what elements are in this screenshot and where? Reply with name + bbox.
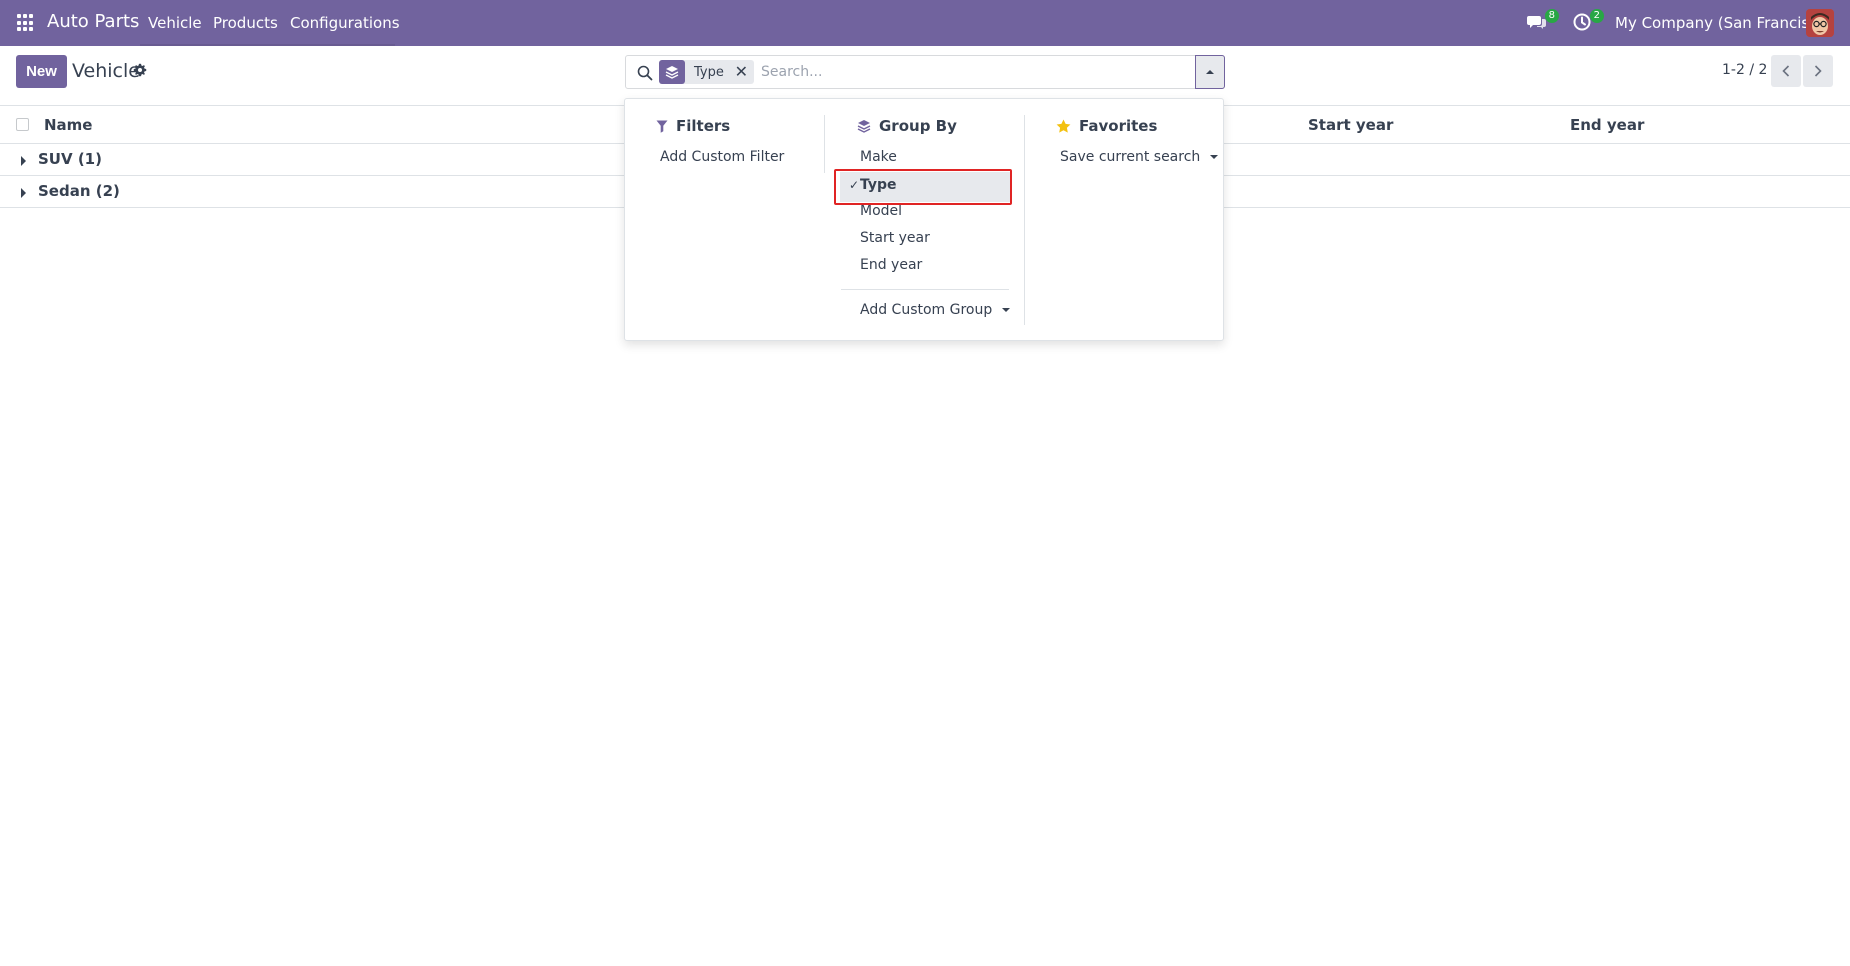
caret-down-icon [1210, 155, 1219, 159]
group-by-make[interactable]: Make [860, 149, 897, 165]
pager-previous-button[interactable] [1771, 55, 1801, 87]
group-by-type[interactable]: ✓ Type [840, 172, 1010, 202]
column-header-name[interactable]: Name [44, 116, 92, 134]
layers-icon [857, 120, 871, 133]
menu-configurations[interactable]: Configurations [290, 14, 400, 32]
star-icon [1056, 119, 1071, 133]
group-by-title: Group By [879, 117, 957, 135]
search-bar: Type ✕ [625, 55, 1225, 89]
app-name[interactable]: Auto Parts [47, 11, 139, 32]
layers-icon [659, 60, 685, 84]
activities-button[interactable]: 2 [1572, 9, 1604, 34]
group-label: SUV (1) [38, 150, 102, 168]
favorites-title: Favorites [1079, 117, 1158, 135]
search-icon [637, 65, 653, 81]
save-current-search-label: Save current search [1060, 149, 1201, 165]
caret-right-icon [21, 188, 26, 198]
group-by-model[interactable]: Model [860, 203, 902, 219]
add-custom-filter[interactable]: Add Custom Filter [660, 149, 784, 165]
save-current-search[interactable]: Save current search [1060, 149, 1219, 165]
chevron-left-icon [1782, 65, 1790, 77]
pager-next-button[interactable] [1803, 55, 1833, 87]
caret-up-icon [1206, 70, 1214, 74]
column-header-end-year[interactable]: End year [1570, 116, 1644, 134]
page-title: Vehicle [72, 60, 140, 82]
gear-icon[interactable] [133, 63, 147, 77]
filter-icon [656, 120, 668, 133]
filters-header: Filters [656, 117, 730, 135]
add-custom-group-label: Add Custom Group [860, 302, 993, 318]
chat-count-badge: 8 [1544, 9, 1559, 23]
company-switcher[interactable]: My Company (San Francisco) [1615, 14, 1832, 32]
filters-title: Filters [676, 117, 731, 135]
group-by-end-year[interactable]: End year [860, 257, 922, 273]
checkmark-icon: ✓ [849, 178, 860, 192]
group-by-start-year[interactable]: Start year [860, 230, 930, 246]
caret-down-icon [1002, 308, 1011, 312]
chevron-right-icon [1814, 65, 1822, 77]
menu-underline [140, 44, 395, 46]
top-navbar: Auto Parts Vehicle Products Configuratio… [0, 0, 1850, 46]
apps-menu-icon[interactable] [17, 14, 35, 32]
search-panel-dropdown: Filters Add Custom Filter Group By Make … [624, 98, 1224, 341]
search-panel-toggle[interactable] [1195, 55, 1225, 89]
group-by-type-label: Type [860, 177, 897, 193]
group-label: Sedan (2) [38, 182, 120, 200]
group-by-separator [841, 289, 1009, 290]
avatar-image [1806, 9, 1834, 37]
menu-vehicle[interactable]: Vehicle [148, 14, 202, 32]
facet-remove-icon[interactable]: ✕ [735, 63, 748, 81]
pager-value[interactable]: 1-2 / 2 [1722, 62, 1767, 78]
favorites-header: Favorites [1056, 117, 1157, 135]
group-by-divider [1024, 115, 1025, 325]
select-all-checkbox[interactable] [16, 118, 29, 131]
facet-label: Type [694, 64, 724, 80]
search-input[interactable] [761, 61, 1181, 83]
filters-divider [824, 115, 825, 173]
messages-button[interactable]: 8 [1527, 9, 1559, 34]
search-facet-group-by[interactable]: Type ✕ [659, 60, 754, 84]
new-button[interactable]: New [16, 55, 67, 88]
add-custom-group-select[interactable]: Add Custom Group [860, 302, 1011, 318]
activity-count-badge: 2 [1589, 9, 1604, 23]
menu-products[interactable]: Products [213, 14, 278, 32]
user-avatar[interactable] [1806, 9, 1834, 37]
column-header-start-year[interactable]: Start year [1308, 116, 1393, 134]
caret-right-icon [21, 156, 26, 166]
group-by-header: Group By [857, 117, 957, 135]
